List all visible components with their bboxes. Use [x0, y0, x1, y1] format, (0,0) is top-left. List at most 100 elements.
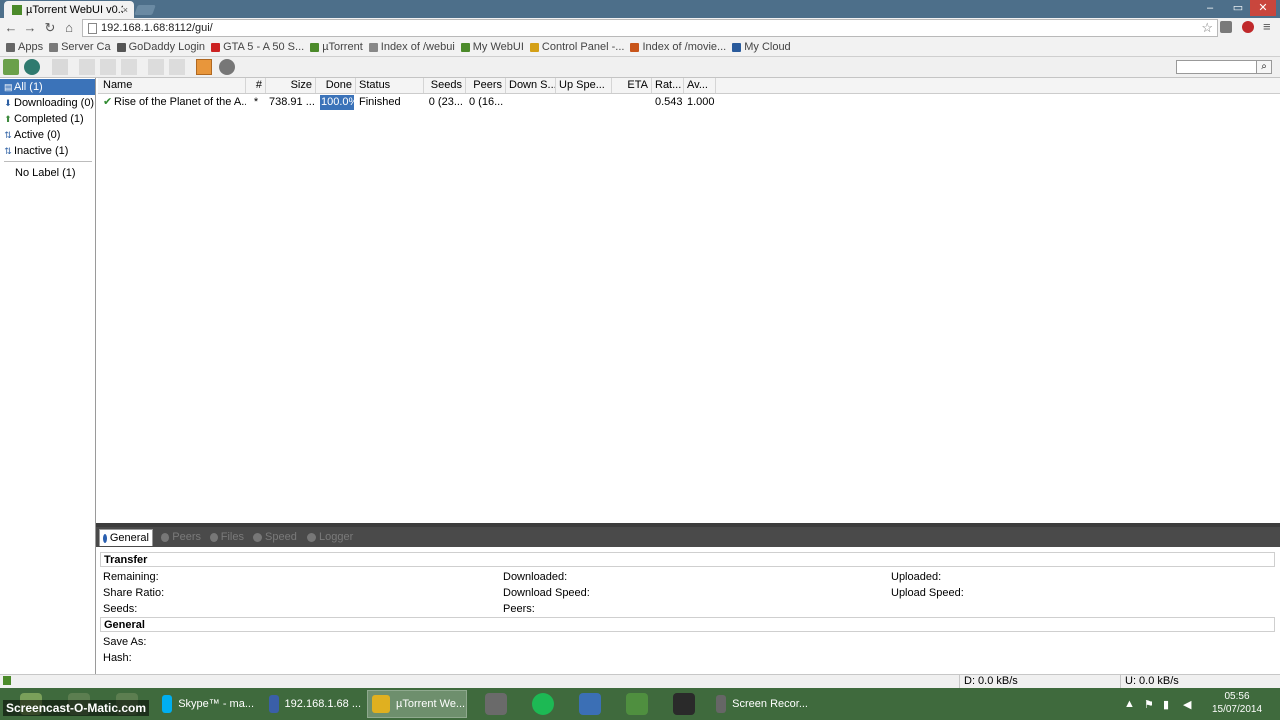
column-header[interactable]: Rat...: [652, 78, 684, 93]
column-header[interactable]: ETA: [612, 78, 652, 93]
column-header[interactable]: Up Spe...: [556, 78, 612, 93]
bookmark-item[interactable]: Apps: [6, 41, 43, 53]
bookmark-star-icon[interactable]: ☆: [1201, 20, 1213, 36]
add-url-icon[interactable]: [24, 59, 40, 75]
column-header[interactable]: Av...: [684, 78, 716, 93]
start-icon[interactable]: [79, 59, 95, 75]
search-icon[interactable]: ⌕: [1256, 60, 1272, 74]
forward-icon[interactable]: →: [22, 20, 38, 36]
sidebar-category[interactable]: ⇅ Active (0): [0, 127, 95, 143]
column-header[interactable]: Size: [266, 78, 316, 93]
move-down-icon[interactable]: [169, 59, 185, 75]
clock-time: 05:56: [1224, 691, 1250, 702]
maximize-button[interactable]: ▭: [1224, 0, 1252, 16]
notepad-icon[interactable]: [579, 693, 601, 715]
som-app-icon[interactable]: [485, 693, 507, 715]
tray-expand-icon[interactable]: ▲: [1124, 698, 1135, 710]
extension-stop-icon[interactable]: [1242, 21, 1254, 33]
info-icon: [103, 533, 107, 543]
column-header[interactable]: Seeds: [424, 78, 466, 93]
rss-icon[interactable]: [196, 59, 212, 75]
stop-icon[interactable]: [121, 59, 137, 75]
column-header[interactable]: Done: [316, 78, 356, 93]
task-label: 192.168.1.68 ...: [284, 698, 361, 710]
taskbar-clock[interactable]: 05:56 15/07/2014: [1197, 690, 1277, 716]
bookmark-item[interactable]: GoDaddy Login: [116, 41, 205, 53]
sidebar-category[interactable]: ⬇ Downloading (0): [0, 95, 95, 111]
tab-files[interactable]: Files: [207, 529, 247, 546]
bookmark-item[interactable]: Index of /movie...: [630, 41, 726, 53]
bookmark-item[interactable]: Control Panel -...: [529, 41, 624, 53]
spotify-icon[interactable]: [532, 693, 554, 715]
new-tab-button[interactable]: [134, 5, 156, 15]
address-url: 192.168.1.68:8112/gui/: [101, 22, 213, 34]
column-header[interactable]: Name: [100, 78, 246, 93]
sidebar-label-item[interactable]: No Label (1): [0, 165, 95, 181]
search-input[interactable]: [1176, 60, 1258, 74]
taskbar-task[interactable]: µTorrent We...: [367, 690, 467, 718]
excel-icon[interactable]: [626, 693, 648, 715]
home-icon[interactable]: ⌂: [61, 20, 77, 36]
tab-peers[interactable]: Peers: [158, 529, 204, 546]
cell-down: [506, 95, 556, 110]
peers-label: Peers:: [503, 603, 535, 615]
clock-date: 15/07/2014: [1211, 704, 1263, 715]
back-icon[interactable]: ←: [3, 20, 19, 36]
tab-logger[interactable]: Logger: [304, 529, 358, 546]
minimize-button[interactable]: –: [1196, 0, 1224, 16]
move-up-icon[interactable]: [148, 59, 164, 75]
taskbar-task[interactable]: Screen Recor...: [712, 690, 808, 718]
sidebar-category[interactable]: ⇅ Inactive (1): [0, 143, 95, 159]
bookmark-item[interactable]: µTorrent: [310, 41, 363, 53]
column-header[interactable]: Peers: [466, 78, 506, 93]
close-window-button[interactable]: ✕: [1250, 0, 1276, 16]
settings-gear-icon[interactable]: [219, 59, 235, 75]
column-header[interactable]: Status: [356, 78, 424, 93]
tray-network-icon[interactable]: ▮: [1163, 698, 1169, 711]
column-header[interactable]: Down S...: [506, 78, 556, 93]
cell-ratio: 0.543: [655, 96, 683, 108]
extension-puzzle-icon[interactable]: [1220, 21, 1232, 33]
menu-icon[interactable]: ≡: [1263, 19, 1271, 34]
remaining-label: Remaining:: [103, 571, 159, 583]
bookmark-item[interactable]: GTA 5 - A 50 S...: [211, 41, 304, 53]
tab-label: Speed: [265, 531, 297, 543]
add-torrent-icon[interactable]: [3, 59, 19, 75]
sidebar-category-label: Inactive (1): [14, 145, 69, 157]
browser-tab[interactable]: µTorrent WebUI v0.3 ×: [4, 1, 134, 18]
bookmark-item[interactable]: My Cloud: [732, 41, 791, 53]
taskbar-task[interactable]: 192.168.1.68 ...: [265, 690, 361, 718]
remove-icon[interactable]: [52, 59, 68, 75]
reload-icon[interactable]: ↻: [42, 20, 58, 36]
cell-status: Finished: [359, 96, 401, 108]
all-icon: ▤: [4, 81, 13, 92]
tray-volume-icon[interactable]: ◀: [1183, 698, 1191, 711]
downloaded-label: Downloaded:: [503, 571, 568, 583]
address-bar[interactable]: 192.168.1.68:8112/gui/ ☆: [82, 19, 1218, 37]
task-label: Screen Recor...: [732, 698, 808, 710]
bookmark-item[interactable]: Server Ca: [49, 41, 111, 53]
tab-label: General: [109, 531, 149, 544]
column-header[interactable]: #: [246, 78, 266, 93]
tray-flag-icon[interactable]: ⚑: [1144, 698, 1154, 711]
sidebar-category-label: Downloading (0): [14, 97, 95, 109]
browser-tab-strip: [0, 0, 1280, 18]
tab-label: Peers: [172, 531, 201, 543]
cell-name: Rise of the Planet of the A...: [114, 96, 246, 108]
task-app-icon: [269, 695, 279, 713]
taskbar-task[interactable]: Skype™ - ma...: [158, 690, 254, 718]
bookmark-item[interactable]: Index of /webui: [368, 41, 455, 53]
sidebar-category[interactable]: ▤ All (1): [0, 79, 95, 95]
pause-icon[interactable]: [100, 59, 116, 75]
sidebar-category-label: All (1): [14, 81, 43, 93]
film-icon[interactable]: [673, 693, 695, 715]
sidebar-category[interactable]: ⬆ Completed (1): [0, 111, 95, 127]
task-label: µTorrent We...: [396, 698, 466, 710]
cell-done: 100.0%: [320, 95, 354, 110]
transfer-heading: Transfer: [100, 552, 1275, 567]
tab-close-icon[interactable]: ×: [123, 5, 128, 15]
tab-speed[interactable]: Speed: [250, 529, 300, 546]
cell-eta: [612, 95, 652, 110]
bookmark-item[interactable]: My WebUI: [460, 41, 524, 53]
tab-general[interactable]: General: [99, 529, 153, 546]
